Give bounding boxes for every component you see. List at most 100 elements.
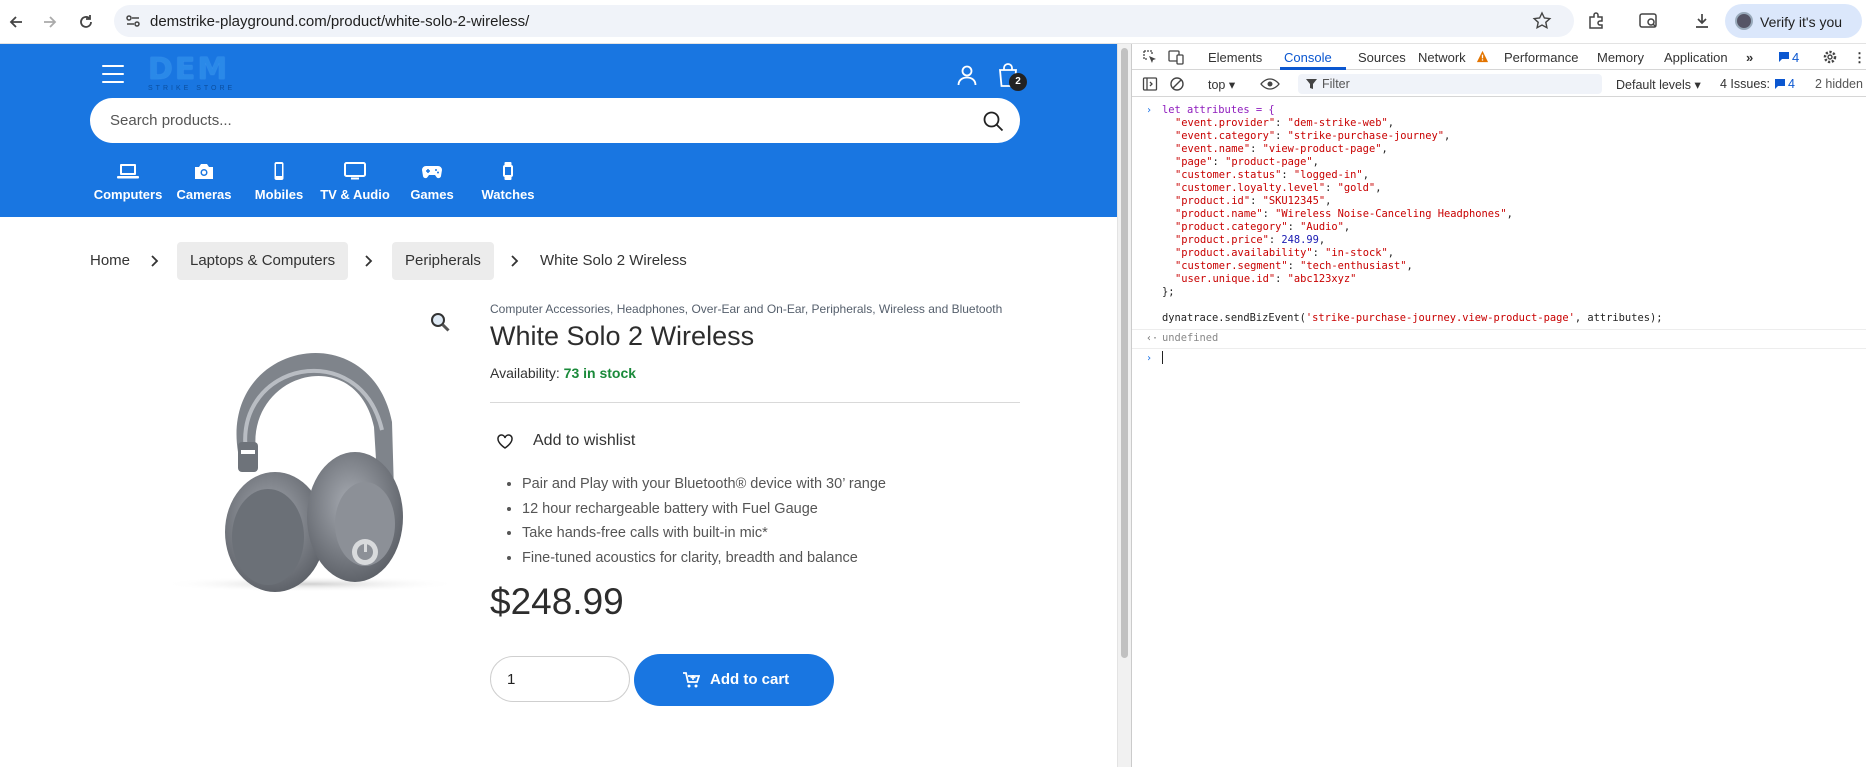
tab-application[interactable]: Application xyxy=(1664,50,1728,65)
availability: Availability: 73 in stock xyxy=(490,365,636,381)
add-to-cart-button[interactable]: Add to cart xyxy=(634,654,834,706)
page-scrollbar[interactable] xyxy=(1117,44,1131,767)
gamepad-icon xyxy=(422,166,442,179)
site-header: DEM STRIKE STORE 2 Computers Cameras Mob… xyxy=(0,44,1117,217)
product-title: White Solo 2 Wireless xyxy=(490,321,755,351)
category-link[interactable]: Peripherals xyxy=(812,302,873,316)
issues-label[interactable]: 4 Issues: xyxy=(1720,77,1770,91)
category-label: Cameras xyxy=(176,187,232,202)
log-levels-value: Default levels xyxy=(1616,78,1692,92)
settings-gear-icon[interactable] xyxy=(1822,49,1838,65)
breadcrumb-laptops-computers[interactable]: Laptops & Computers xyxy=(177,242,349,280)
attribute-key: "customer.segment" xyxy=(1175,260,1288,272)
category-computers[interactable]: Computers xyxy=(88,162,168,204)
hidden-count: 2 hidden xyxy=(1815,77,1863,91)
attribute-value: 248.99 xyxy=(1281,234,1319,246)
issues-count[interactable]: 4 xyxy=(1788,77,1795,91)
attribute-line: "product.id": "SKU12345", xyxy=(1175,195,1332,207)
attribute-line: "customer.segment": "tech-enthusiast", xyxy=(1175,260,1413,272)
device-toolbar-icon[interactable] xyxy=(1168,49,1184,65)
arrow-right-icon xyxy=(44,16,57,28)
wishlist-label: Add to wishlist xyxy=(533,432,636,449)
forward-button[interactable] xyxy=(36,8,64,36)
verify-profile-button[interactable]: Verify it's you xyxy=(1725,4,1862,38)
breadcrumb-peripherals[interactable]: Peripherals xyxy=(392,242,494,280)
attribute-line: "product.availability": "in-stock", xyxy=(1175,247,1394,259)
quantity-stepper xyxy=(490,656,630,702)
category-watches[interactable]: Watches xyxy=(468,162,548,204)
filter-placeholder: Filter xyxy=(1322,77,1350,91)
attribute-line: "customer.status": "logged-in", xyxy=(1175,169,1369,181)
code-line: let attributes = { xyxy=(1162,104,1275,117)
reload-button[interactable] xyxy=(72,8,100,36)
zoom-magnifier-icon[interactable] xyxy=(430,312,450,332)
console-toolbar: top ▾ Filter Default levels ▾ 4 Issues: … xyxy=(1132,71,1866,97)
breadcrumb-home[interactable]: Home xyxy=(90,242,130,280)
product-categories: Computer Accessories, Headphones, Over-E… xyxy=(490,302,1003,316)
search-input[interactable] xyxy=(110,98,960,143)
site-settings-icon[interactable] xyxy=(124,12,142,30)
attribute-value: "SKU12345" xyxy=(1262,195,1326,207)
attribute-value: "gold" xyxy=(1337,182,1376,194)
tv-icon xyxy=(344,162,366,180)
back-button[interactable] xyxy=(2,8,30,36)
tab-memory[interactable]: Memory xyxy=(1597,50,1644,65)
category-link[interactable]: Over-Ear and On-Ear xyxy=(691,302,804,316)
product-search xyxy=(90,98,1020,143)
sidebar-toggle-icon[interactable] xyxy=(1142,76,1158,92)
log-levels-dropdown[interactable]: Default levels ▾ xyxy=(1616,77,1701,92)
extensions-icon[interactable] xyxy=(1585,10,1607,32)
address-bar[interactable]: demstrike-playground.com/product/white-s… xyxy=(114,5,1574,37)
inspect-element-icon[interactable] xyxy=(1142,49,1158,65)
category-games[interactable]: Games xyxy=(392,162,472,204)
scrollbar-thumb[interactable] xyxy=(1121,48,1128,658)
product-image[interactable] xyxy=(160,302,450,592)
chevron-right-icon xyxy=(511,255,519,267)
result-arrow-icon: ‹· xyxy=(1146,333,1159,344)
tab-search-icon[interactable] xyxy=(1638,10,1660,32)
attribute-value: "in-stock" xyxy=(1325,247,1388,259)
menu-hamburger-icon[interactable] xyxy=(102,65,124,83)
search-icon[interactable] xyxy=(982,110,1004,132)
tab-network[interactable]: Network xyxy=(1418,50,1466,65)
chevron-right-icon xyxy=(365,255,373,267)
warning-icon xyxy=(1476,50,1489,63)
devtools-tabs: Elements Console Sources Network Perform… xyxy=(1132,44,1866,70)
attribute-line: "product.name": "Wireless Noise-Cancelin… xyxy=(1175,208,1513,220)
bookmark-star-icon[interactable] xyxy=(1532,11,1552,31)
more-tabs-chevron-icon[interactable]: » xyxy=(1746,50,1753,65)
live-expression-eye-icon[interactable] xyxy=(1260,76,1280,92)
attribute-value: "Audio" xyxy=(1300,221,1344,233)
messages-count[interactable]: 4 xyxy=(1792,50,1799,65)
category-cameras[interactable]: Cameras xyxy=(164,162,244,204)
code-close: }; xyxy=(1162,286,1175,298)
tab-sources[interactable]: Sources xyxy=(1358,50,1406,65)
clear-console-icon[interactable] xyxy=(1169,76,1185,92)
watch-icon xyxy=(503,162,513,180)
account-user-icon[interactable] xyxy=(955,63,979,87)
downloads-icon[interactable] xyxy=(1691,10,1713,32)
attribute-line: "product.price": 248.99, xyxy=(1175,234,1326,246)
more-options-icon[interactable]: ⋮ xyxy=(1853,50,1866,66)
category-mobiles[interactable]: Mobiles xyxy=(239,162,319,204)
verify-label: Verify it's you xyxy=(1760,14,1843,30)
category-link[interactable]: Computer Accessories xyxy=(490,302,610,316)
category-link[interactable]: Headphones xyxy=(617,302,685,316)
context-selector[interactable]: top ▾ xyxy=(1208,77,1235,92)
url-text[interactable]: demstrike-playground.com/product/white-s… xyxy=(150,13,529,30)
feature-item: 12 hour rechargeable battery with Fuel G… xyxy=(522,497,886,522)
attribute-key: "customer.status" xyxy=(1175,169,1282,181)
attribute-value: "tech-enthusiast" xyxy=(1300,260,1407,272)
category-tv-audio[interactable]: TV & Audio xyxy=(315,162,395,204)
divider xyxy=(490,402,1020,403)
console-filter[interactable]: Filter xyxy=(1298,74,1602,94)
quantity-input[interactable] xyxy=(507,657,607,701)
console-caret[interactable] xyxy=(1162,351,1163,364)
tab-performance[interactable]: Performance xyxy=(1504,50,1578,65)
console-output[interactable]: › let attributes = { "event.provider": "… xyxy=(1132,98,1866,758)
tab-console[interactable]: Console xyxy=(1284,50,1332,65)
store-logo[interactable]: DEM STRIKE STORE xyxy=(148,55,252,95)
tab-elements[interactable]: Elements xyxy=(1208,50,1262,65)
category-link[interactable]: Wireless and Bluetooth xyxy=(879,302,1002,316)
filter-funnel-icon xyxy=(1306,79,1317,89)
